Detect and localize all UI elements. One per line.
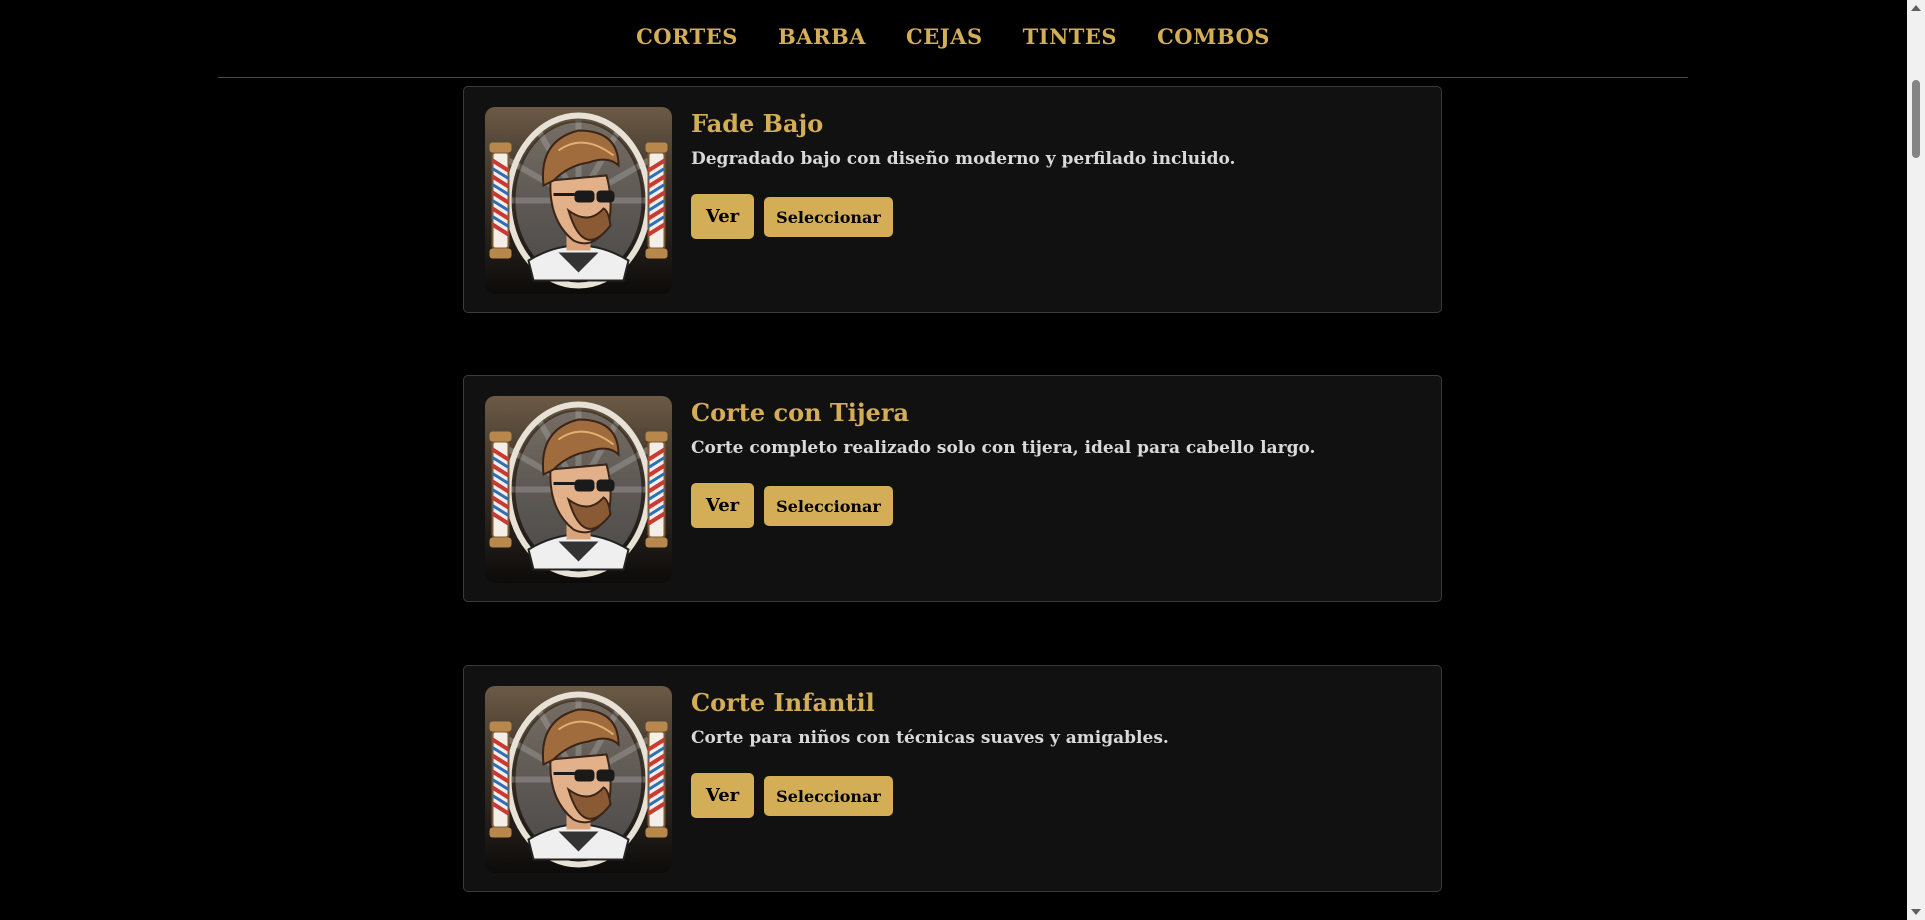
view-button[interactable]: Ver: [691, 483, 754, 528]
service-description: Corte completo realizado solo con tijera…: [691, 438, 1316, 458]
barber-logo-image: [485, 107, 672, 294]
nav-cortes[interactable]: CORTES: [636, 24, 738, 49]
service-card-corte-infantil: Corte Infantil Corte para niños con técn…: [463, 665, 1442, 892]
scroll-up-icon[interactable]: [1911, 5, 1921, 11]
service-title: Fade Bajo: [691, 109, 824, 138]
category-nav: CORTES BARBA CEJAS TINTES COMBOS: [218, 0, 1688, 78]
select-button[interactable]: Seleccionar: [764, 486, 893, 526]
select-button[interactable]: Seleccionar: [764, 776, 893, 816]
view-button[interactable]: Ver: [691, 194, 754, 239]
service-description: Corte para niños con técnicas suaves y a…: [691, 728, 1169, 748]
vertical-scrollbar[interactable]: [1907, 0, 1925, 920]
service-card-corte-tijera: Corte con Tijera Corte completo realizad…: [463, 375, 1442, 602]
nav-barba[interactable]: BARBA: [778, 24, 866, 49]
select-button[interactable]: Seleccionar: [764, 197, 893, 237]
service-card-fade-bajo: Fade Bajo Degradado bajo con diseño mode…: [463, 86, 1442, 313]
page: CORTES BARBA CEJAS TINTES COMBOS Fade Ba…: [0, 0, 1925, 920]
service-title: Corte con Tijera: [691, 398, 910, 427]
scroll-down-icon[interactable]: [1911, 909, 1921, 915]
view-button[interactable]: Ver: [691, 773, 754, 818]
nav-cejas[interactable]: CEJAS: [906, 24, 983, 49]
service-title: Corte Infantil: [691, 688, 875, 717]
barber-logo-image: [485, 686, 672, 873]
barber-logo-image: [485, 396, 672, 583]
nav-tintes[interactable]: TINTES: [1023, 24, 1117, 49]
nav-combos[interactable]: COMBOS: [1157, 24, 1270, 49]
service-description: Degradado bajo con diseño moderno y perf…: [691, 149, 1236, 169]
scroll-thumb[interactable]: [1912, 80, 1920, 158]
